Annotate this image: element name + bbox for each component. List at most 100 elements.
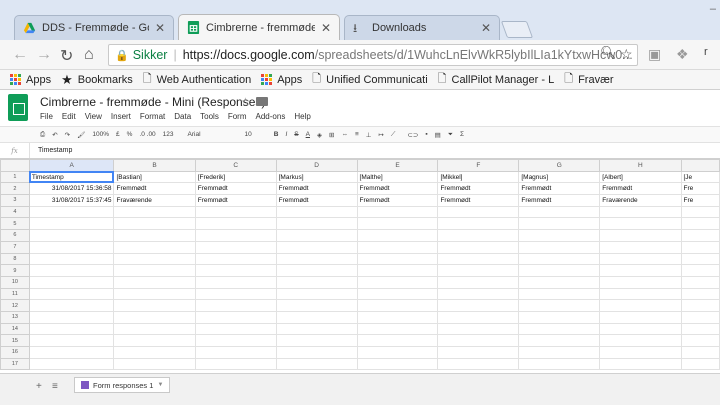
cell[interactable]: [680, 240, 720, 254]
close-icon[interactable]: ✕: [155, 21, 165, 35]
menu-addons[interactable]: Add-ons: [256, 112, 286, 121]
zoom-search-icon[interactable]: 🔍︎: [600, 45, 617, 61]
cell[interactable]: [356, 205, 439, 219]
cell[interactable]: [275, 275, 358, 289]
forward-arrow-icon[interactable]: →: [36, 46, 52, 64]
redo-icon[interactable]: ↷: [65, 131, 70, 139]
dropbox-icon[interactable]: ❖: [676, 46, 689, 63]
cell[interactable]: Fraværende: [599, 194, 682, 207]
tab-dds-fremmode[interactable]: DDS - Fremmøde - Goog ✕: [14, 15, 174, 40]
italic-icon[interactable]: I: [285, 131, 287, 138]
cell[interactable]: [518, 229, 601, 242]
all-sheets-icon[interactable]: ≡: [52, 381, 58, 392]
column-header-i[interactable]: [680, 159, 720, 172]
row-header[interactable]: 1: [0, 170, 30, 184]
cell[interactable]: [113, 275, 196, 289]
cell[interactable]: [194, 205, 277, 219]
bookmark-star-icon[interactable]: ☆: [620, 46, 633, 63]
row-header[interactable]: 16: [0, 346, 30, 359]
cell[interactable]: [28, 217, 115, 231]
cell[interactable]: [680, 357, 720, 371]
cell[interactable]: [113, 240, 196, 254]
rotate-icon[interactable]: ⟋: [391, 131, 396, 139]
cell[interactable]: [518, 346, 601, 359]
text-color-icon[interactable]: A: [306, 131, 310, 138]
row-header[interactable]: 15: [0, 334, 30, 347]
cell[interactable]: [113, 346, 196, 359]
cell[interactable]: [518, 357, 601, 371]
cell[interactable]: 31/08/2017 15:37:45: [28, 194, 115, 207]
zoom-select[interactable]: 100%: [92, 131, 109, 138]
cell[interactable]: [194, 346, 277, 359]
cell[interactable]: [518, 217, 601, 231]
row-header[interactable]: 17: [0, 357, 30, 371]
font-select[interactable]: Arial: [188, 131, 201, 138]
row-header[interactable]: 14: [0, 322, 30, 336]
cell[interactable]: [28, 287, 115, 301]
cell[interactable]: [28, 205, 115, 219]
add-sheet-icon[interactable]: +: [36, 381, 42, 392]
cell[interactable]: [356, 240, 439, 254]
star-icon[interactable]: ☆: [240, 95, 251, 109]
cell[interactable]: [Magnus]: [518, 170, 601, 184]
cell[interactable]: [194, 310, 277, 324]
row-header[interactable]: 7: [0, 240, 30, 254]
tab-downloads[interactable]: ⭳ Downloads ✕: [344, 15, 500, 40]
cell[interactable]: [680, 217, 720, 231]
cell[interactable]: [275, 264, 358, 277]
bold-icon[interactable]: B: [274, 131, 279, 138]
cell[interactable]: [599, 229, 682, 242]
cell[interactable]: [194, 240, 277, 254]
menu-edit[interactable]: Edit: [62, 112, 76, 121]
cell[interactable]: [680, 264, 720, 277]
folder-icon[interactable]: [256, 97, 268, 106]
cell[interactable]: [Bastian]: [113, 170, 196, 184]
cell[interactable]: Fre: [680, 182, 720, 196]
cell[interactable]: [599, 264, 682, 277]
cell[interactable]: [356, 299, 439, 312]
cell[interactable]: [194, 334, 277, 347]
cell[interactable]: [599, 310, 682, 324]
menu-data[interactable]: Data: [174, 112, 191, 121]
profile-icon[interactable]: r: [704, 46, 708, 58]
cell[interactable]: [113, 299, 196, 312]
column-header-c[interactable]: C: [194, 159, 277, 172]
cell[interactable]: [599, 275, 682, 289]
cell[interactable]: [356, 287, 439, 301]
row-header[interactable]: 10: [0, 275, 30, 289]
row-header[interactable]: 4: [0, 205, 30, 219]
cell[interactable]: [356, 334, 439, 347]
cell[interactable]: Fremmødt: [113, 182, 196, 196]
cell[interactable]: [680, 229, 720, 242]
cell[interactable]: [437, 252, 520, 266]
tab-cimbrerne[interactable]: Cimbrerne - fremmøde - ✕: [178, 14, 340, 40]
strikethrough-icon[interactable]: S: [294, 131, 298, 138]
bookmark-apps[interactable]: Apps: [10, 74, 51, 86]
cell[interactable]: [437, 334, 520, 347]
row-header[interactable]: 2: [0, 182, 30, 196]
cell[interactable]: [437, 240, 520, 254]
align-icon[interactable]: ≡: [355, 131, 359, 138]
cell[interactable]: [599, 334, 682, 347]
close-icon[interactable]: ✕: [481, 21, 491, 35]
cell[interactable]: [113, 252, 196, 266]
menu-view[interactable]: View: [85, 112, 102, 121]
cell[interactable]: [680, 346, 720, 359]
column-header-e[interactable]: E: [356, 159, 439, 172]
column-header-h[interactable]: H: [599, 159, 682, 172]
cell[interactable]: [113, 287, 196, 301]
menu-form[interactable]: Form: [228, 112, 247, 121]
cell[interactable]: [113, 229, 196, 242]
cell[interactable]: [194, 217, 277, 231]
cell[interactable]: [Albert]: [599, 170, 682, 184]
cell[interactable]: [599, 217, 682, 231]
formula-input[interactable]: Timestamp: [38, 147, 72, 154]
cell[interactable]: [437, 217, 520, 231]
valign-icon[interactable]: ⊥: [366, 131, 372, 139]
sheet-tab-form-responses[interactable]: Form responses 1 ▼: [74, 377, 171, 393]
cell[interactable]: [194, 299, 277, 312]
cell[interactable]: [Je: [680, 170, 720, 184]
cell[interactable]: Fremmødt: [194, 182, 277, 196]
cell[interactable]: Fremmødt: [518, 182, 601, 196]
cell[interactable]: [28, 310, 115, 324]
